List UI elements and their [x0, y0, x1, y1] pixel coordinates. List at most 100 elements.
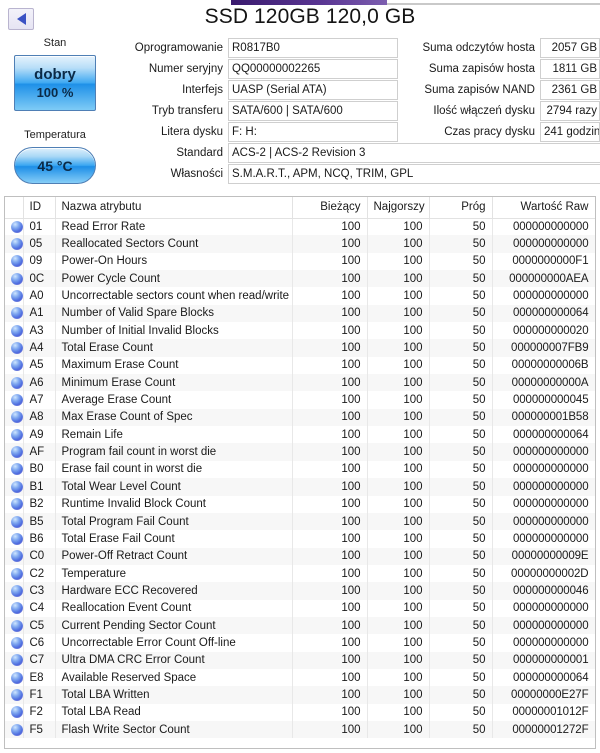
- cell-attribute-name: Total LBA Written: [55, 686, 293, 704]
- cell-id: C0: [23, 547, 56, 565]
- column-header-worst[interactable]: Najgorszy: [367, 197, 430, 219]
- info-value-power-on-count: 2794 razy: [540, 101, 600, 121]
- info-row-features: Własności S.M.A.R.T., APM, NCQ, TRIM, GP…: [110, 164, 600, 184]
- table-row[interactable]: 01 Read Error Rate 100 100 50 000000000000: [5, 218, 595, 236]
- column-header-attribute-name[interactable]: Nazwa atrybutu: [55, 197, 293, 219]
- table-row[interactable]: 09 Power-On Hours 100 100 50 0000000000F1: [5, 252, 595, 271]
- info-label-host-writes: Suma zapisów hosta: [428, 63, 535, 75]
- table-row[interactable]: 05 Reallocated Sectors Count 100 100 50 00000…: [5, 235, 595, 253]
- cell-current: 100: [292, 599, 368, 617]
- cell-raw-value: 000000000000: [492, 443, 595, 461]
- table-row[interactable]: B5 Total Program Fail Count 100 100 50 000000…: [5, 512, 595, 531]
- cell-id: AF: [23, 443, 56, 461]
- table-row[interactable]: B1 Total Wear Level Count 100 100 50 00000000…: [5, 478, 595, 496]
- health-status-badge[interactable]: dobry 100 %: [14, 55, 96, 111]
- info-label-host-reads: Suma odczytów hosta: [422, 42, 535, 54]
- cell-attribute-name: Power Cycle Count: [55, 270, 293, 288]
- cell-threshold: 50: [429, 391, 493, 409]
- table-row[interactable]: B2 Runtime Invalid Block Count 100 100 50 000…: [5, 495, 595, 513]
- table-row[interactable]: A7 Average Erase Count 100 100 50 00000000004…: [5, 391, 595, 409]
- cell-raw-value: 000000000064: [492, 304, 595, 323]
- cell-current: 100: [292, 478, 368, 496]
- cell-id: C4: [23, 599, 56, 617]
- table-row[interactable]: AF Program fail count in worst die 100 100 5…: [5, 443, 595, 461]
- cell-current: 100: [292, 703, 368, 721]
- row-status-cell: [5, 634, 24, 652]
- cell-current: 100: [292, 495, 368, 513]
- info-label-nand-writes: Suma zapisów NAND: [424, 84, 535, 96]
- cell-threshold: 50: [429, 668, 493, 687]
- table-row[interactable]: A9 Remain Life 100 100 50 000000000064: [5, 426, 595, 444]
- back-button[interactable]: [8, 8, 34, 30]
- cell-current: 100: [292, 668, 368, 687]
- column-header-status[interactable]: [5, 197, 24, 219]
- cell-id: 0C: [23, 270, 56, 288]
- cell-id: C2: [23, 564, 56, 583]
- table-row[interactable]: C4 Reallocation Event Count 100 100 50 000000…: [5, 599, 595, 617]
- cell-id: A4: [23, 339, 56, 357]
- cell-worst: 100: [367, 547, 430, 565]
- row-status-cell: [5, 582, 24, 600]
- cell-worst: 100: [367, 634, 430, 652]
- info-row-drive-letter: Litera dysku F: H:: [110, 122, 398, 142]
- table-row[interactable]: F1 Total LBA Written 100 100 50 00000000E27F: [5, 686, 595, 704]
- cell-attribute-name: Program fail count in worst die: [55, 443, 293, 461]
- table-row[interactable]: F2 Total LBA Read 100 100 50 00000001012F: [5, 703, 595, 721]
- table-row[interactable]: A3 Number of Initial Invalid Blocks 100 100…: [5, 322, 595, 340]
- column-header-threshold[interactable]: Próg: [429, 197, 493, 219]
- cell-threshold: 50: [429, 512, 493, 531]
- cell-current: 100: [292, 547, 368, 565]
- blue-sphere-icon: [11, 324, 22, 337]
- temperature-badge[interactable]: 45 °C: [14, 147, 96, 184]
- table-row[interactable]: C0 Power-Off Retract Count 100 100 50 0000000…: [5, 547, 595, 565]
- cell-current: 100: [292, 356, 368, 375]
- table-row[interactable]: F5 Flash Write Sector Count 100 100 50 000000…: [5, 720, 595, 739]
- table-row[interactable]: A0 Uncorrectable sectors count when read/…: [5, 287, 595, 305]
- cell-id: B6: [23, 530, 56, 548]
- table-row[interactable]: C6 Uncorrectable Error Count Off-line 100 1…: [5, 634, 595, 652]
- info-row-serial: Numer seryjny QQ00000002265: [110, 59, 398, 79]
- info-label-firmware: Oprogramowanie: [134, 42, 223, 54]
- table-row[interactable]: A1 Number of Valid Spare Blocks 100 100 50 00…: [5, 304, 595, 323]
- table-row[interactable]: C5 Current Pending Sector Count 100 100 50 00…: [5, 616, 595, 635]
- column-header-id[interactable]: ID: [23, 197, 56, 219]
- blue-sphere-icon: [11, 290, 22, 303]
- row-status-cell: [5, 703, 24, 721]
- cell-attribute-name: Ultra DMA CRC Error Count: [55, 651, 293, 669]
- table-row[interactable]: C3 Hardware ECC Recovered 100 100 50 00000000…: [5, 582, 595, 600]
- drive-info-right: Suma odczytów hosta 2057 GB Suma zapisów…: [398, 38, 600, 143]
- row-status-cell: [5, 287, 24, 305]
- info-value-power-on-hours: 241 godzin: [540, 122, 600, 142]
- cell-id: A6: [23, 374, 56, 392]
- row-status-cell: [5, 270, 24, 288]
- info-row-nand-writes: Suma zapisów NAND 2361 GB: [398, 80, 600, 100]
- cell-worst: 100: [367, 443, 430, 461]
- table-row[interactable]: 0C Power Cycle Count 100 100 50 000000000AEA: [5, 270, 595, 288]
- table-row[interactable]: B6 Total Erase Fail Count 100 100 50 00000000…: [5, 530, 595, 548]
- row-status-cell: [5, 322, 24, 340]
- table-row[interactable]: C2 Temperature 100 100 50 00000000002D: [5, 564, 595, 583]
- smart-attributes-table[interactable]: ID Nazwa atrybutu Bieżący Najgorszy Próg…: [4, 196, 596, 749]
- cell-current: 100: [292, 339, 368, 357]
- cell-id: E8: [23, 668, 56, 687]
- table-row[interactable]: B0 Erase fail count in worst die 100 100 50 0…: [5, 460, 595, 479]
- table-header-row: ID Nazwa atrybutu Bieżący Najgorszy Próg…: [5, 197, 595, 219]
- table-row[interactable]: A8 Max Erase Count of Spec 100 100 50 0000000…: [5, 408, 595, 427]
- table-row[interactable]: E8 Available Reserved Space 100 100 50 000000…: [5, 668, 595, 687]
- table-row[interactable]: A5 Maximum Erase Count 100 100 50 00000000006…: [5, 356, 595, 375]
- table-row[interactable]: C7 Ultra DMA CRC Error Count 100 100 50 00000…: [5, 651, 595, 669]
- info-label-interface: Interfejs: [182, 84, 223, 96]
- cell-raw-value: 000000000064: [492, 426, 595, 444]
- column-header-current[interactable]: Bieżący: [292, 197, 368, 219]
- table-row[interactable]: A4 Total Erase Count 100 100 50 000000007FB9: [5, 339, 595, 357]
- cell-threshold: 50: [429, 287, 493, 305]
- cell-current: 100: [292, 322, 368, 340]
- table-body: 01 Read Error Rate 100 100 50 000000000000 05 R…: [5, 218, 595, 739]
- cell-worst: 100: [367, 426, 430, 444]
- column-header-raw-value[interactable]: Wartość Raw: [492, 197, 595, 219]
- cell-worst: 100: [367, 703, 430, 721]
- table-row[interactable]: A6 Minimum Erase Count 100 100 50 00000000000…: [5, 374, 595, 392]
- blue-sphere-icon: [11, 602, 22, 615]
- cell-attribute-name: Total LBA Read: [55, 703, 293, 721]
- cell-current: 100: [292, 634, 368, 652]
